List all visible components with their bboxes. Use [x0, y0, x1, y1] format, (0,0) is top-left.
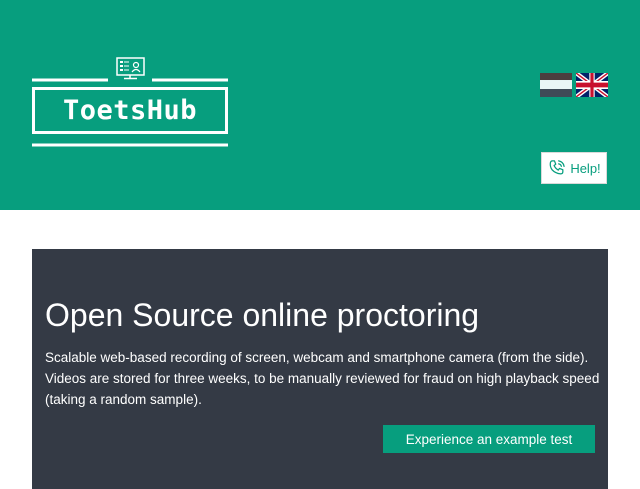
- help-button[interactable]: Help!: [541, 152, 607, 184]
- hero-description: Scalable web-based recording of screen, …: [45, 350, 600, 407]
- phone-icon: [549, 160, 566, 175]
- header: ToetsHub Help!: [0, 0, 640, 210]
- help-label: Help!: [570, 160, 601, 176]
- example-test-button[interactable]: Experience an example test: [383, 425, 595, 453]
- flag-uk-icon[interactable]: [576, 73, 608, 97]
- language-switcher: [540, 73, 610, 99]
- hero-title: Open Source online proctoring: [45, 297, 480, 333]
- flag-nl-icon[interactable]: [540, 73, 572, 97]
- hero-section: Open Source online proctoring Scalable w…: [32, 249, 608, 489]
- brand-name: ToetsHub: [32, 87, 228, 134]
